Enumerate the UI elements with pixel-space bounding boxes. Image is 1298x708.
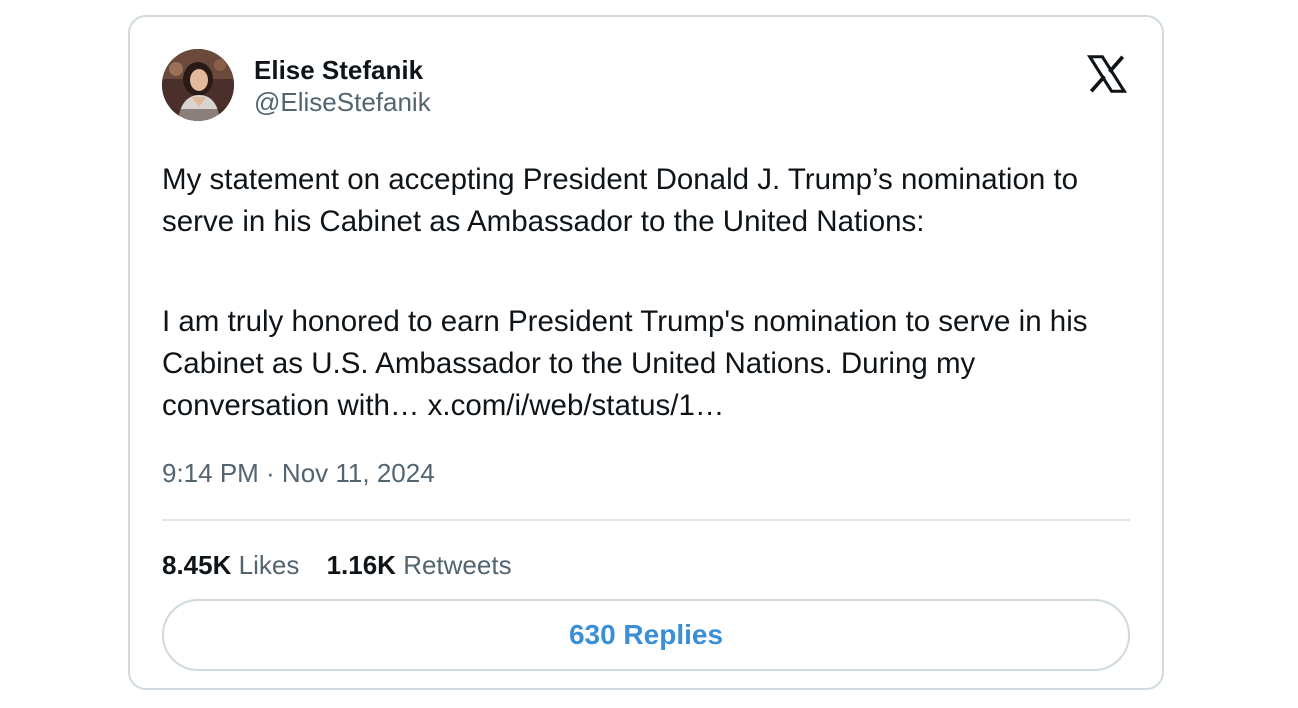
- likes-stat[interactable]: 8.45K Likes: [162, 549, 299, 581]
- avatar[interactable]: [162, 49, 234, 121]
- tweet-status-link[interactable]: x.com/i/web/status/1…: [428, 389, 725, 422]
- author-handle[interactable]: @EliseStefanik: [254, 87, 431, 117]
- retweets-label: Retweets: [403, 550, 512, 580]
- divider: [162, 519, 1130, 521]
- avatar-image: [162, 49, 234, 121]
- retweets-count: 1.16K: [326, 550, 396, 580]
- likes-count: 8.45K: [162, 550, 232, 580]
- tweet-text-paragraph-1: My statement on accepting President Dona…: [162, 163, 1079, 238]
- retweets-stat[interactable]: 1.16K Retweets: [327, 549, 512, 581]
- tweet-card: Elise Stefanik @EliseStefanik My stateme…: [128, 15, 1164, 690]
- author-name[interactable]: Elise Stefanik: [254, 55, 423, 85]
- tweet-timestamp[interactable]: 9:14 PM · Nov 11, 2024: [162, 457, 435, 489]
- x-logo-glyph: [1086, 55, 1128, 93]
- replies-button[interactable]: 630 Replies: [162, 599, 1130, 671]
- x-logo-icon[interactable]: [1084, 51, 1130, 97]
- likes-label: Likes: [238, 550, 300, 580]
- tweet-text-paragraph-2: I am truly honored to earn President Tru…: [162, 301, 1122, 427]
- tweet-stats: 8.45K Likes 1.16K Retweets: [162, 549, 532, 581]
